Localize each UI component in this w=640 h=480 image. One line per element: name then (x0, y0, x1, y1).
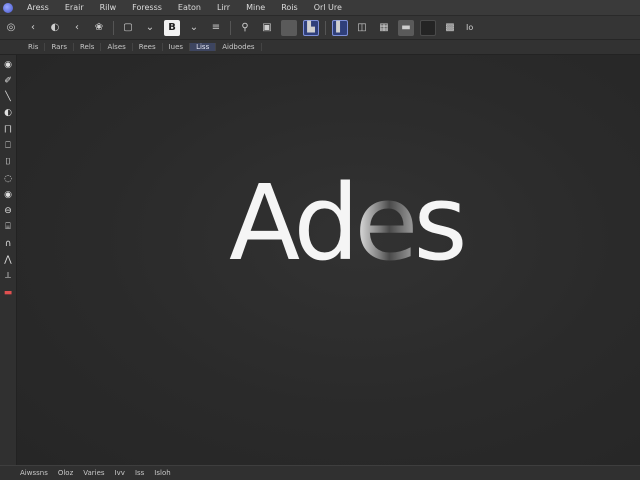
history-icon[interactable]: ◐ (47, 20, 63, 36)
transform-icon[interactable]: ▢ (120, 20, 136, 36)
panel-icon[interactable]: ▌ (332, 19, 348, 36)
bold-button[interactable]: B (164, 19, 180, 36)
option-4[interactable]: Alses (101, 43, 133, 51)
tools-panel: ◉ ✐ ╲ ◐ ⨅ ⎕ ⌷ ◌ ◉ ⊖ ⌸ ∩ ⋀ ⟂ ▬ (0, 55, 17, 465)
status-item-6: Isloh (154, 469, 171, 477)
rectangle-tool-icon[interactable]: ⎕ (2, 139, 15, 152)
canvas-text-glyph-e: e (354, 162, 418, 284)
canvas-text-glyph-s: s (413, 162, 467, 284)
menu-item-1[interactable]: Aress (19, 3, 57, 12)
menu-item-9[interactable]: Orl Ure (306, 3, 350, 12)
menu-item-8[interactable]: Rois (273, 3, 305, 12)
option-6[interactable]: Iues (163, 43, 191, 51)
menu-item-7[interactable]: Mine (238, 3, 273, 12)
layers-icon[interactable]: ≡ (208, 20, 224, 36)
ellipse-tool-icon[interactable]: ◐ (2, 107, 15, 120)
canvas-text-glyph-a: A (229, 162, 298, 284)
layout-icon[interactable]: ▙ (303, 19, 319, 36)
color-swatch-icon[interactable]: ▬ (2, 286, 15, 299)
menu-item-5[interactable]: Eaton (170, 3, 209, 12)
toolbar-divider-2 (230, 20, 231, 35)
status-item-3: Varies (83, 469, 105, 477)
option-3[interactable]: Rels (74, 43, 102, 51)
hand-tool-icon[interactable]: ⊖ (2, 205, 15, 218)
frame-icon[interactable]: ▣ (259, 20, 275, 36)
status-bar: Aiwssns Oloz Varies Ivv Iss Isloh (0, 465, 640, 480)
canvas-text-layer[interactable]: Ades (229, 171, 468, 275)
options-bar: Ris Rars Rels Alses Rees Iues Liss Aidbo… (0, 40, 640, 55)
canvas-text-glyph-d: d (293, 162, 359, 284)
status-item-1: Aiwssns (20, 469, 48, 477)
main-toolbar: ◎ ‹ ◐ ‹ ❀ ▢ ⌄ B ⌄ ≡ ⚲ ▣ ▙ ▌ ◫ ▦ ▬ ▩ Io (0, 16, 640, 40)
chevron-down-icon-2[interactable]: ⌄ (186, 20, 202, 36)
bar-icon[interactable]: ▬ (398, 19, 414, 36)
pen-tool-icon[interactable]: ✐ (2, 74, 15, 87)
eye-icon[interactable]: ◎ (3, 20, 19, 36)
status-item-4: Ivv (114, 469, 125, 477)
shape-tool-icon[interactable]: ∩ (2, 237, 15, 250)
app-logo-icon[interactable] (3, 2, 13, 13)
arrange-icon[interactable]: ▦ (376, 20, 392, 36)
toolbar-divider (113, 20, 114, 35)
crop-tool-icon[interactable]: ⌷ (2, 156, 15, 169)
lasso-tool-icon[interactable]: ◌ (2, 172, 15, 185)
menu-bar: Aress Erair Rilw Foresss Eaton Lirr Mine… (0, 0, 640, 16)
option-2[interactable]: Rars (45, 43, 74, 51)
select-tool-icon[interactable]: ◉ (2, 58, 15, 71)
option-7[interactable]: Liss (190, 43, 217, 51)
menu-item-4[interactable]: Foresss (124, 3, 170, 12)
option-8[interactable]: Aidbodes (216, 43, 262, 51)
measure-tool-icon[interactable]: ⟂ (2, 270, 15, 283)
canvas-area[interactable]: Ades (17, 55, 640, 465)
eyedropper-tool-icon[interactable]: ◉ (2, 188, 15, 201)
gradient-tool-icon[interactable]: ⌸ (2, 221, 15, 234)
status-item-5: Iss (134, 469, 145, 477)
fill-swatch-icon[interactable] (281, 19, 297, 36)
stroke-swatch-icon[interactable] (420, 19, 436, 36)
link-icon[interactable]: ◫ (354, 20, 370, 36)
status-item-2: Oloz (57, 469, 74, 477)
line-tool-icon[interactable]: ╲ (2, 91, 15, 104)
brush-icon[interactable]: ❀ (91, 20, 107, 36)
zoom-icon[interactable]: ⚲ (237, 20, 253, 36)
toolbar-divider-3 (325, 20, 326, 35)
chevron-left-icon[interactable]: ‹ (25, 20, 41, 36)
menu-item-2[interactable]: Erair (57, 3, 92, 12)
option-5[interactable]: Rees (133, 43, 163, 51)
gallery-icon[interactable]: ▩ (442, 20, 458, 36)
menu-item-3[interactable]: Rilw (92, 3, 125, 12)
type-tool-icon[interactable]: ⨅ (2, 123, 15, 136)
menu-item-6[interactable]: Lirr (209, 3, 238, 12)
option-1[interactable]: Ris (22, 43, 46, 51)
sharpen-tool-icon[interactable]: ⋀ (2, 254, 15, 267)
chevron-down-icon[interactable]: ⌄ (142, 20, 158, 36)
chevron-left-icon-2[interactable]: ‹ (69, 20, 85, 36)
zoom-label[interactable]: Io (466, 23, 473, 32)
